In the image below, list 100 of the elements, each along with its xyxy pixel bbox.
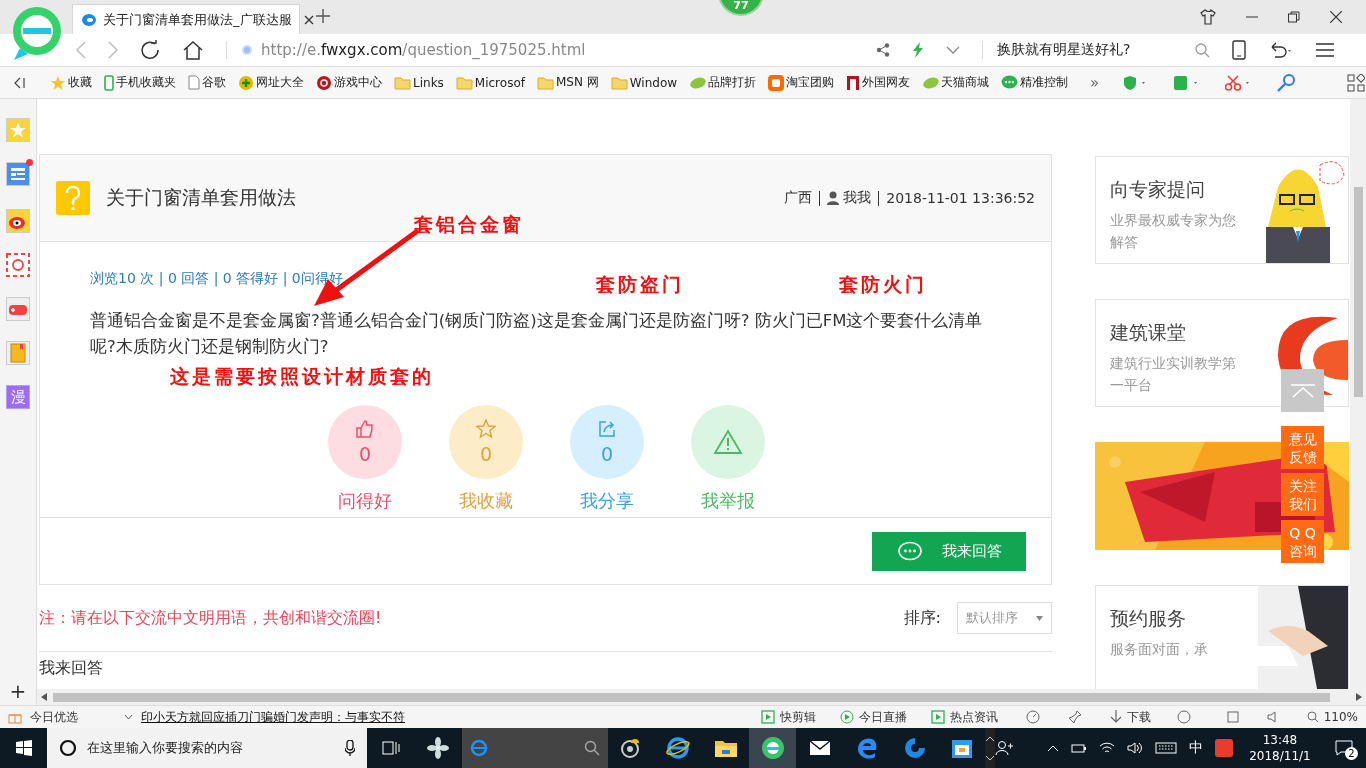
bookmark-item[interactable]: 收藏 [50, 74, 92, 91]
close-icon[interactable] [303, 14, 314, 25]
bookmark-item[interactable]: 游戏中心 [316, 74, 382, 91]
globe-icon [238, 74, 254, 91]
ad-text: 业界最权威专家为您解答 [1110, 211, 1237, 252]
chevron-up-icon [1289, 383, 1316, 398]
bookmark-item[interactable]: 网址大全 [238, 74, 304, 91]
reload-icon[interactable] [140, 40, 160, 60]
chevron-up-icon[interactable] [1047, 744, 1060, 752]
bookmark-item[interactable]: 品牌打折 [689, 74, 757, 91]
skin-icon[interactable] [1200, 9, 1216, 25]
ime-indicator[interactable]: 中 [1189, 739, 1204, 757]
people-icon[interactable] [995, 740, 1014, 756]
star-icon [50, 74, 66, 91]
wifi-icon[interactable] [1099, 741, 1116, 755]
chevron-up-icon [986, 735, 995, 741]
search-icon[interactable] [1195, 42, 1210, 58]
bookmark-item[interactable]: 手机收藏夹 [104, 74, 176, 91]
search-field[interactable]: 换肤就有明星送好礼? [982, 41, 1173, 59]
news-icon[interactable] [6, 162, 30, 186]
status-item[interactable]: 今日直播 [839, 708, 907, 726]
shield-icon[interactable] [1123, 74, 1148, 91]
annotation-text: 套防盗门 [596, 273, 684, 297]
annotation-text: 套铝合金窗 [414, 213, 524, 237]
vertical-scrollbar[interactable] [1350, 99, 1366, 689]
comic-icon[interactable]: 漫 [6, 385, 30, 409]
notification-button[interactable]: 2 [1322, 728, 1366, 768]
bookmark-item[interactable]: 淘宝团购 [768, 74, 835, 91]
browser-icon[interactable] [749, 728, 797, 768]
download-button[interactable]: 下载 [1109, 708, 1151, 726]
keyboard-icon[interactable] [1155, 742, 1178, 754]
zoom-level[interactable]: 110% [1306, 710, 1358, 724]
page-icon [188, 75, 200, 90]
chevron-down-icon[interactable] [946, 46, 960, 54]
pin-icon[interactable] [1067, 710, 1082, 724]
game-icon[interactable] [6, 297, 30, 321]
news-icon [930, 710, 945, 724]
bookmark-item[interactable]: MSN 网 [536, 74, 599, 91]
left-arrow-icon[interactable] [41, 693, 47, 701]
folder-icon [455, 75, 473, 90]
right-arrow-icon[interactable] [1356, 693, 1362, 701]
more-bookmarks[interactable]: » [1090, 73, 1100, 92]
ad-title[interactable]: 建筑课堂 [1110, 320, 1186, 346]
taskbar-search-field[interactable]: 在这里输入你要搜索的内容 [47, 728, 368, 768]
bookmark-item[interactable]: Microsof [455, 75, 525, 90]
count: 0 [600, 443, 614, 465]
add-button[interactable]: + [3, 678, 33, 705]
status-link[interactable]: 今日优选 [30, 708, 78, 726]
phone-icon [104, 74, 114, 91]
scissors-icon[interactable] [1225, 74, 1252, 91]
bookmark-item[interactable]: 精准控制 [1001, 74, 1069, 91]
restore-icon[interactable] [1288, 11, 1300, 23]
book-icon[interactable] [6, 341, 30, 365]
annotation-text: 套防火门 [839, 273, 927, 297]
home-icon[interactable] [182, 40, 204, 60]
cortana-icon [59, 739, 78, 757]
news-link[interactable]: 印小天方就回应插刀门骗婚门发声明：与事实不符 [141, 708, 405, 726]
mic-icon [345, 740, 356, 756]
bookmark-item[interactable]: 天猫商城 [922, 74, 990, 91]
status-item[interactable]: 快剪辑 [760, 708, 816, 726]
bookmark-item[interactable]: 谷歌 [188, 74, 226, 91]
tablet-icon[interactable] [1232, 40, 1246, 60]
bookmark-item[interactable]: 外国网友 [846, 74, 911, 91]
clock[interactable]: 13:48 2018/11/1 [1237, 732, 1323, 764]
speed-icon[interactable] [1025, 710, 1040, 724]
volume-icon[interactable] [1127, 741, 1144, 755]
close-icon[interactable] [1330, 11, 1342, 23]
question-title: 关于门窗清单套用做法 [106, 185, 296, 210]
key-icon[interactable] [1277, 73, 1296, 92]
window-icon[interactable] [1226, 711, 1239, 723]
location: 广西 [784, 189, 813, 207]
scroll-arrows-icon[interactable] [985, 728, 996, 768]
ad-title[interactable]: 向专家提问 [1110, 177, 1205, 203]
annotation-text: 这是需要按照设计材质套的 [170, 365, 434, 389]
apps-icon[interactable] [1347, 73, 1366, 92]
dropdown-arrow-icon [1036, 615, 1043, 621]
bookmark-item[interactable]: Links [394, 75, 444, 90]
leaf-icon [922, 75, 940, 90]
sidebar-toggle-icon[interactable] [14, 76, 26, 89]
menu-icon[interactable] [1316, 43, 1334, 57]
count: 0 [479, 443, 493, 465]
search-icon [1306, 711, 1319, 723]
play-icon [760, 710, 775, 724]
action-label[interactable]: 问得好 [338, 489, 392, 513]
address-field[interactable]: http://e.fwxgx.com/question_1975025.html [226, 41, 586, 59]
count: 0 [358, 443, 372, 465]
browser-search-field[interactable] [461, 728, 608, 768]
battery-icon[interactable] [1071, 742, 1088, 754]
user-icon [827, 191, 840, 205]
status-item[interactable]: 热点资讯 [930, 708, 998, 726]
share-icon[interactable] [876, 43, 890, 57]
browser-icon [81, 12, 97, 27]
ad-title[interactable]: 预约服务 [1110, 606, 1186, 632]
bookmark-item[interactable]: Window [610, 75, 678, 90]
lightning-icon[interactable] [912, 42, 924, 58]
weibo-icon[interactable] [6, 209, 30, 233]
user-name[interactable]: 我我 [843, 189, 872, 207]
tao-icon [768, 74, 785, 91]
ad-text: 服务面对面，承 [1110, 640, 1209, 659]
chevron-down-icon[interactable] [124, 714, 133, 720]
